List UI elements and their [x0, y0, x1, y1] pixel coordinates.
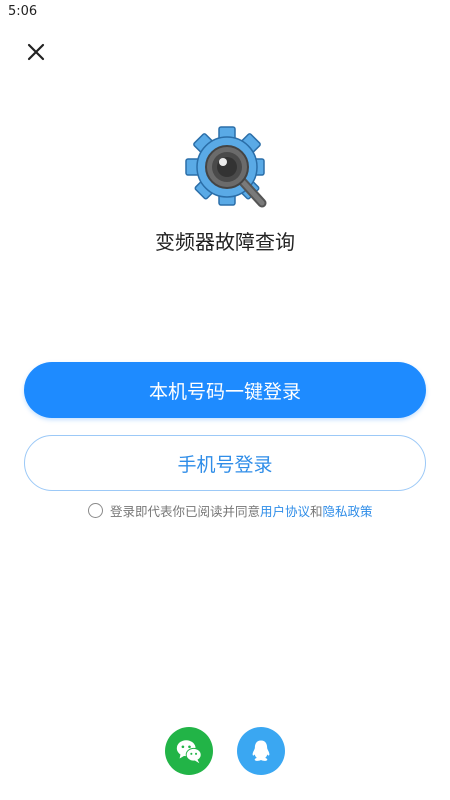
phone-login-button[interactable]: 手机号登录: [24, 435, 426, 491]
close-button[interactable]: [22, 38, 50, 66]
user-agreement-link[interactable]: 用户协议: [260, 501, 310, 520]
app-logo: [184, 125, 270, 211]
agreement-radio[interactable]: [88, 503, 103, 518]
one-click-login-button[interactable]: 本机号码一键登录: [24, 362, 426, 418]
wechat-icon: [176, 740, 202, 764]
privacy-policy-link[interactable]: 隐私政策: [323, 501, 373, 520]
agreement-row: 登录即代表你已阅读并同意 用户协议 和 隐私政策: [88, 501, 373, 520]
qq-login-button[interactable]: [237, 727, 285, 775]
close-icon: [27, 43, 45, 61]
gear-magnifier-icon: [185, 126, 267, 208]
app-title: 变频器故障查询: [155, 230, 295, 254]
wechat-login-button[interactable]: [165, 727, 213, 775]
agreement-prefix: 登录即代表你已阅读并同意: [110, 504, 261, 519]
qq-icon: [252, 740, 270, 761]
status-time: 5:06: [8, 4, 38, 19]
agreement-conjunction: 和: [310, 504, 323, 519]
